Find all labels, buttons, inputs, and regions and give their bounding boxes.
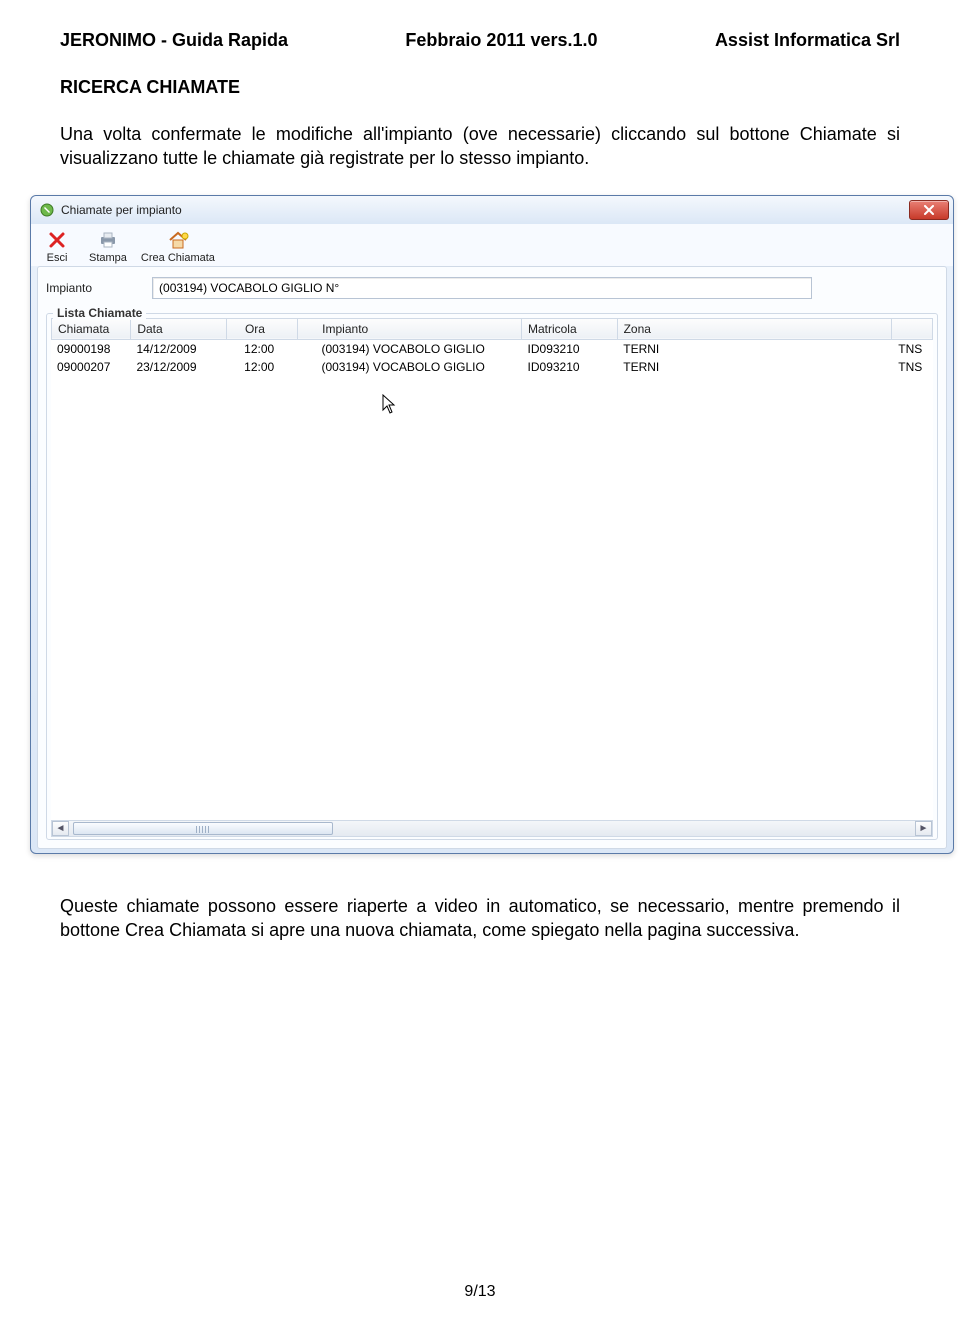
printer-icon — [98, 230, 118, 250]
col-header-chiamata[interactable]: Chiamata — [52, 318, 131, 339]
toolbar: Esci Stampa Crea Chiamata — [31, 224, 953, 266]
close-button[interactable] — [909, 200, 949, 220]
impianto-field-row: Impianto — [46, 277, 938, 299]
col-header-impianto[interactable]: Impianto — [298, 318, 522, 339]
cell-ora: 12:00 — [226, 358, 297, 376]
fieldset-legend: Lista Chiamate — [53, 306, 146, 320]
col-header-empty[interactable] — [892, 318, 933, 339]
footer-paragraph: Queste chiamate possono essere riaperte … — [60, 894, 900, 943]
stampa-label: Stampa — [89, 252, 127, 264]
cell-zona: TERNI — [617, 340, 892, 358]
scroll-track[interactable] — [69, 821, 915, 836]
chiamate-window: Chiamate per impianto Esci Stampa — [30, 195, 954, 854]
scroll-thumb[interactable] — [73, 822, 333, 835]
scroll-right-button[interactable]: ► — [915, 821, 932, 836]
page-number: 9/13 — [0, 1283, 960, 1301]
esci-label: Esci — [47, 252, 68, 264]
impianto-input[interactable] — [152, 277, 812, 299]
cell-impianto: (003194) VOCABOLO GIGLIO — [297, 358, 521, 376]
scroll-left-button[interactable]: ◄ — [52, 821, 69, 836]
col-header-data[interactable]: Data — [131, 318, 227, 339]
impianto-label: Impianto — [46, 281, 92, 295]
lista-chiamate-fieldset: Lista Chiamate Chiamata Data Ora Impiant… — [46, 313, 938, 840]
crea-chiamata-button[interactable]: Crea Chiamata — [141, 230, 215, 264]
intro-paragraph: Una volta confermate le modifiche all'im… — [60, 122, 900, 171]
window-app-icon — [39, 202, 55, 218]
window-titlebar: Chiamate per impianto — [31, 196, 953, 224]
cell-zona: TERNI — [617, 358, 892, 376]
stampa-button[interactable]: Stampa — [89, 230, 127, 264]
header-right: Assist Informatica Srl — [715, 30, 900, 51]
mouse-cursor-icon — [381, 394, 397, 419]
table-row[interactable]: 09000198 14/12/2009 12:00 (003194) VOCAB… — [51, 340, 933, 358]
col-header-matricola[interactable]: Matricola — [521, 318, 617, 339]
window-title: Chiamate per impianto — [61, 203, 182, 217]
cell-last: TNS — [892, 358, 933, 376]
cell-data: 14/12/2009 — [130, 340, 226, 358]
esci-button[interactable]: Esci — [39, 230, 75, 264]
home-icon — [167, 230, 189, 250]
cell-last: TNS — [892, 340, 933, 358]
horizontal-scrollbar[interactable]: ◄ ► — [51, 820, 933, 837]
cell-data: 23/12/2009 — [130, 358, 226, 376]
cell-matricola: ID093210 — [522, 358, 618, 376]
cell-matricola: ID093210 — [522, 340, 618, 358]
header-left: JERONIMO - Guida Rapida — [60, 30, 288, 51]
page-header: JERONIMO - Guida Rapida Febbraio 2011 ve… — [60, 30, 900, 51]
table-body-area: 09000198 14/12/2009 12:00 (003194) VOCAB… — [51, 340, 933, 820]
col-header-ora[interactable]: Ora — [226, 318, 297, 339]
header-center: Febbraio 2011 vers.1.0 — [405, 30, 597, 51]
crea-label: Crea Chiamata — [141, 252, 215, 264]
chiamate-table: Chiamata Data Ora Impianto Matricola Zon… — [51, 318, 933, 340]
col-header-zona[interactable]: Zona — [617, 318, 892, 339]
cell-impianto: (003194) VOCABOLO GIGLIO — [297, 340, 521, 358]
close-icon — [48, 230, 66, 250]
window-content: Impianto Lista Chiamate Chiamata Data Or… — [37, 266, 947, 849]
cell-ora: 12:00 — [226, 340, 297, 358]
table-row[interactable]: 09000207 23/12/2009 12:00 (003194) VOCAB… — [51, 358, 933, 376]
section-title: RICERCA CHIAMATE — [60, 77, 900, 98]
cell-chiamata: 09000207 — [51, 358, 130, 376]
cell-chiamata: 09000198 — [51, 340, 130, 358]
